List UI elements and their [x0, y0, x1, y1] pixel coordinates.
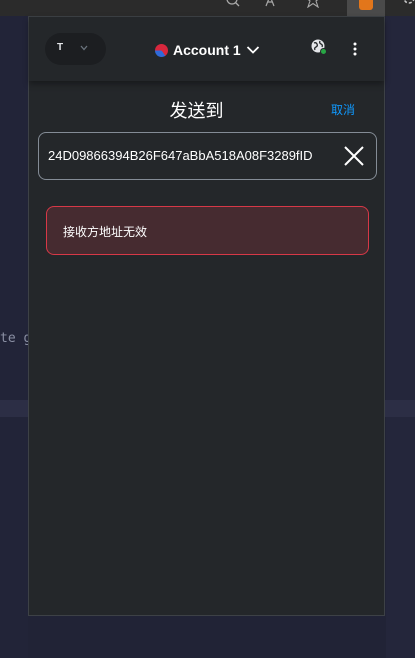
zoom-icon[interactable] [222, 0, 244, 14]
connected-sites-icon[interactable] [311, 39, 327, 55]
popup-header: T Account 1 [29, 17, 384, 81]
error-banner: 接收方地址无效 [46, 206, 369, 255]
favorite-star-icon[interactable] [302, 0, 324, 14]
background-editor-right [386, 16, 415, 658]
account-name: Account 1 [173, 42, 241, 58]
read-aloud-icon[interactable] [262, 0, 284, 14]
close-icon[interactable] [344, 146, 364, 166]
account-avatar [155, 43, 168, 57]
chevron-down-icon [246, 46, 259, 54]
extension-fox-icon[interactable] [347, 0, 385, 16]
network-initial: T [57, 42, 64, 53]
more-vertical-icon[interactable] [352, 41, 358, 57]
account-picker[interactable]: Account 1 [155, 39, 260, 61]
recipient-address-value[interactable]: 24D09866394B26F647aBbA518A08F3289fID [48, 148, 338, 163]
screen: te ga T Account 1 发送到 取消 24D09866394B26F… [0, 0, 415, 658]
chevron-down-icon [80, 45, 88, 51]
settings-icon[interactable] [398, 0, 415, 14]
network-picker[interactable]: T [45, 33, 106, 65]
error-message: 接收方地址无效 [63, 225, 148, 239]
wallet-popup: T Account 1 发送到 取消 24D09866394B26F647aBb… [28, 16, 385, 616]
browser-toolbar [0, 0, 415, 16]
cancel-button[interactable]: 取消 [331, 101, 355, 118]
page-title: 发送到 [169, 101, 224, 121]
recipient-address-input[interactable]: 24D09866394B26F647aBbA518A08F3289fID [38, 132, 377, 180]
